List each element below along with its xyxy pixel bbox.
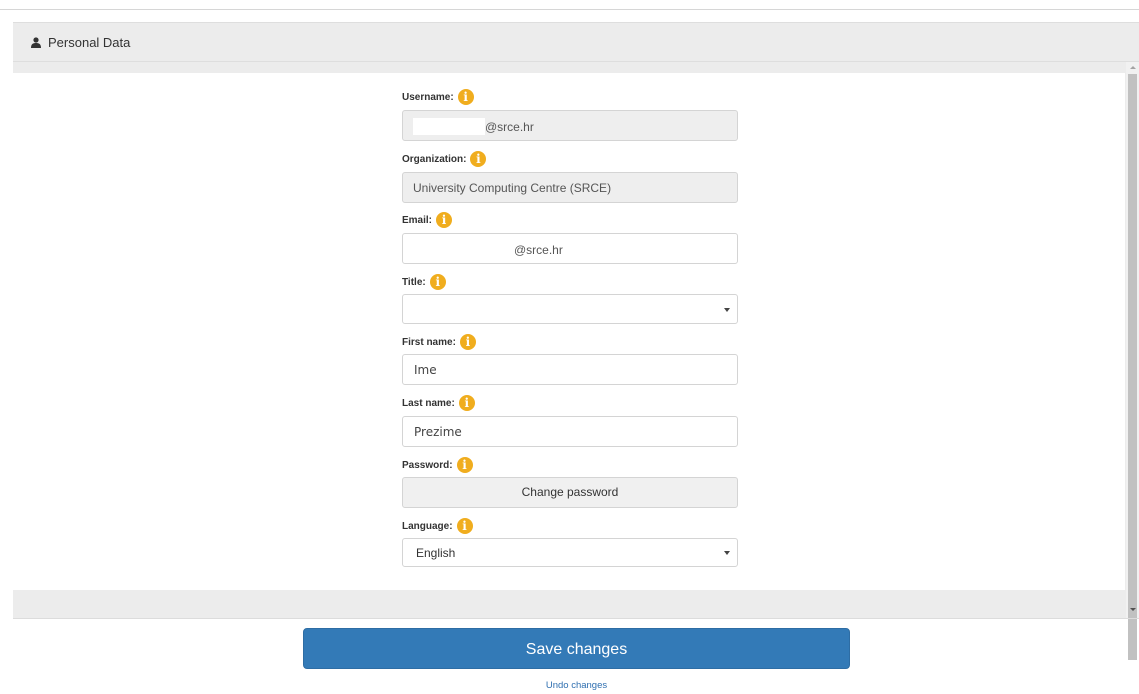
info-icon[interactable]: i [436,212,453,228]
last-name-field[interactable]: Prezime [402,416,738,447]
info-icon[interactable]: i [458,395,475,411]
last-name-label: Last name: i [402,395,475,411]
first-name-label: First name: i [402,334,476,350]
info-icon[interactable]: i [459,334,476,350]
info-icon[interactable]: i [470,151,487,167]
email-field[interactable]: @srce.hr [402,233,738,264]
info-icon[interactable]: i [456,518,473,534]
top-divider [0,9,1139,10]
redacted-username [413,118,485,135]
info-icon[interactable]: i [457,89,474,105]
password-label: Password: i [402,457,473,473]
organization-field: University Computing Centre (SRCE) [402,172,738,203]
undo-changes-link[interactable]: Undo changes [0,680,1139,691]
scrollbar-thumb[interactable] [1128,74,1137,660]
language-select[interactable]: English [402,538,738,567]
email-label: Email: i [402,212,453,228]
username-field: @srce.hr [402,110,738,141]
form-scroll-area [13,73,1125,590]
save-changes-button[interactable]: Save changes [303,628,850,669]
organization-label: Organization: i [402,151,487,167]
info-icon[interactable]: i [456,457,473,473]
email-value: @srce.hr [514,243,563,257]
vertical-scrollbar[interactable] [1126,62,1139,660]
change-password-button[interactable]: Change password [402,477,738,508]
title-select[interactable] [402,294,738,324]
first-name-field[interactable]: Ime [402,354,738,385]
chevron-down-icon [724,551,730,555]
username-value: @srce.hr [485,120,534,134]
username-label: Username: i [402,89,474,105]
info-icon[interactable]: i [429,274,446,290]
title-label: Title: i [402,274,446,290]
chevron-down-icon [724,308,730,312]
panel-header: Personal Data [13,22,1139,62]
scroll-down-arrow-icon[interactable] [1130,608,1136,611]
language-value: English [416,545,456,560]
first-name-value: Ime [414,362,437,377]
footer-divider [13,618,1139,619]
user-icon [31,36,41,48]
panel-title: Personal Data [48,34,131,50]
scroll-up-arrow-icon[interactable] [1130,66,1136,69]
language-label: Language: i [402,518,473,534]
organization-value: University Computing Centre (SRCE) [413,180,612,195]
last-name-value: Prezime [414,424,462,439]
